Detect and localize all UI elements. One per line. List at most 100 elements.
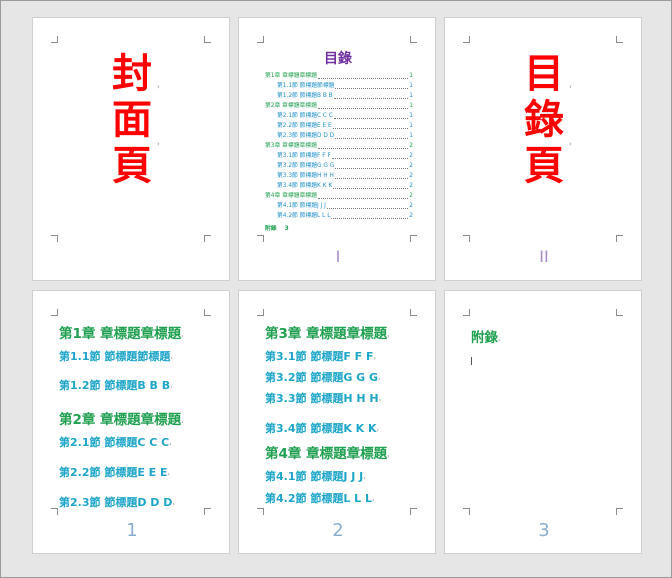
page-cover[interactable]: 封 面 頁 › › <box>32 17 230 281</box>
page-3[interactable]: 附錄› 3 <box>444 290 642 554</box>
page-toc-cover[interactable]: 目 錄 頁 › › II <box>444 17 642 281</box>
toc-entry-page: 2 <box>409 183 413 189</box>
chapter-heading[interactable]: 第2章 章標題章標題› <box>59 408 184 428</box>
section-heading[interactable]: 第4.1節 節標題J J J› <box>265 468 366 484</box>
toc-entry-section[interactable]: 第2.1節 節標題C C C 1 <box>265 111 413 121</box>
crop-mark <box>257 36 264 43</box>
section-heading[interactable]: 第3.4節 節標題K K K› <box>265 420 379 436</box>
paragraph-mark: › <box>157 83 160 91</box>
toc-leader <box>317 198 409 199</box>
crop-mark <box>463 309 470 316</box>
section-heading[interactable]: 第3.2節 節標題G G G› <box>265 369 380 385</box>
section-heading[interactable]: 第1.2節 節標題B B B› <box>59 377 173 393</box>
toc-entry-appendix[interactable]: 附錄 3 <box>265 224 413 234</box>
page-toc[interactable]: 目錄 第1章 章標題章標題 1 第1.1節 節標題節標題 1 第1.2節 節標題B B … <box>238 17 436 281</box>
page-label-roman: I <box>335 247 341 266</box>
toc-leader <box>317 78 409 79</box>
toc-entry-page: 1 <box>409 133 413 139</box>
toc-entry-section[interactable]: 第2.3節 節標題D D D 1 <box>265 131 413 141</box>
crop-mark <box>257 309 264 316</box>
crop-mark <box>204 508 211 515</box>
toc-entry-text: 第1.1節 節標題節標題 <box>277 83 335 89</box>
section-heading[interactable]: 第2.2節 節標題E E E› <box>59 464 170 480</box>
toc-entry-text: 第2.2節 節標題E E E <box>277 123 332 129</box>
toc-entry-text: 第3章 章標題章標題 <box>265 143 317 149</box>
toc-leader <box>335 138 409 139</box>
crop-mark <box>616 309 623 316</box>
crop-mark <box>204 235 211 242</box>
crop-mark <box>51 235 58 242</box>
toc-entry-text: 第1章 章標題章標題 <box>265 73 317 79</box>
page-1[interactable]: 第1章 章標題章標題› 第1.1節 節標題節標題› 第1.2節 節標題B B B… <box>32 290 230 554</box>
toc-leader <box>317 108 409 109</box>
toc-entry-text: 第2.1節 節標題C C C <box>277 113 333 119</box>
toc-entry-section[interactable]: 第2.2節 節標題E E E 1 <box>265 121 413 131</box>
toc-entry-section[interactable]: 第4.2節 節標題L L L 2 <box>265 211 413 221</box>
toc-entry-text: 第3.3節 節標題H H H <box>277 173 334 179</box>
toc-entry-section[interactable]: 第3.4節 節標題K K K 2 <box>265 181 413 191</box>
toc-entry-text: 第2章 章標題章標題 <box>265 103 317 109</box>
chapter-heading[interactable]: 第3章 章標題章標題› <box>265 322 390 342</box>
chapter-heading[interactable]: 第1章 章標題章標題› <box>59 322 184 342</box>
page-number: 2 <box>332 520 344 541</box>
appendix-heading[interactable]: 附錄› <box>471 326 500 346</box>
crop-mark <box>463 36 470 43</box>
toc-title: 目錄 <box>324 51 352 67</box>
section-heading[interactable]: 第1.1節 節標題節標題› <box>59 348 173 364</box>
toc-entry-text: 第4章 章標題章標題 <box>265 193 317 199</box>
section-heading[interactable]: 第3.3節 節標題H H H› <box>265 390 381 406</box>
toc-entry-section[interactable]: 第4.1節 節標題J J J 2 <box>265 201 413 211</box>
section-heading[interactable]: 第3.1節 節標題F F F› <box>265 348 376 364</box>
toc-entry-text: 第2.3節 節標題D D D <box>277 133 335 139</box>
toc-entry-page: 2 <box>409 143 413 149</box>
toc-entry-text: 第4.1節 節標題J J J <box>277 203 326 209</box>
chapter-heading[interactable]: 第4章 章標題章標題› <box>265 442 390 462</box>
cover-char-2: 面 <box>112 97 152 143</box>
toc-entry-text: 第1.2節 節標題B B B <box>277 93 333 99</box>
crop-mark <box>463 508 470 515</box>
cover-char-1: 封 <box>112 51 152 97</box>
toc-entry-section[interactable]: 第1.1節 節標題節標題 1 <box>265 81 413 91</box>
page-2[interactable]: 第3章 章標題章標題› 第3.1節 節標題F F F› 第3.2節 節標題G G… <box>238 290 436 554</box>
section-heading[interactable]: 第2.1節 節標題C C C› <box>59 434 172 450</box>
toc-leader <box>334 178 409 179</box>
toc-leader <box>331 218 409 219</box>
toc-entry-page: 1 <box>409 73 413 79</box>
toc-entry-page: 1 <box>409 93 413 99</box>
toc-leader <box>333 118 409 119</box>
paragraph-mark: › <box>569 140 572 148</box>
text-cursor <box>471 357 472 365</box>
toc-entry-section[interactable]: 第3.3節 節標題H H H 2 <box>265 171 413 181</box>
toc-entry-section[interactable]: 第3.1節 節標題F F F 2 <box>265 151 413 161</box>
section-heading[interactable]: 第2.3節 節標題D D D› <box>59 494 175 510</box>
toc-entry-page: 1 <box>409 113 413 119</box>
toc-entry-chapter[interactable]: 第3章 章標題章標題 2 <box>265 141 413 151</box>
crop-mark <box>463 235 470 242</box>
toc-leader <box>331 158 409 159</box>
crop-mark <box>616 36 623 43</box>
crop-mark <box>51 36 58 43</box>
toc-cover-char-1: 目 <box>524 51 564 97</box>
toc-entry-text: 第3.2節 節標題G G G <box>277 163 335 169</box>
page-number: 1 <box>126 520 138 541</box>
toc-entry-page: 2 <box>409 173 413 179</box>
toc-leader <box>317 148 409 149</box>
toc-entry-page: 2 <box>409 153 413 159</box>
section-heading[interactable]: 第4.2節 節標題L L L› <box>265 490 374 506</box>
toc-entry-page: 1 <box>409 103 413 109</box>
toc-leader <box>333 188 409 189</box>
crop-mark <box>51 309 58 316</box>
crop-mark <box>204 36 211 43</box>
multi-page-view: 封 面 頁 › › 目錄 第1章 章標題章標題 1 第1.1節 節標題節標題 1 第1.… <box>0 0 672 578</box>
toc-entry-section[interactable]: 第1.2節 節標題B B B 1 <box>265 91 413 101</box>
crop-mark <box>410 508 417 515</box>
toc-entry-chapter[interactable]: 第2章 章標題章標題 1 <box>265 101 413 111</box>
crop-mark <box>204 309 211 316</box>
toc-entry-section[interactable]: 第3.2節 節標題G G G 2 <box>265 161 413 171</box>
toc-leader <box>332 128 409 129</box>
paragraph-mark: › <box>157 140 160 148</box>
toc-entry-chapter[interactable]: 第4章 章標題章標題 2 <box>265 191 413 201</box>
page-number: 3 <box>538 520 550 541</box>
toc-entry-page: 1 <box>409 83 413 89</box>
toc-entry-chapter[interactable]: 第1章 章標題章標題 1 <box>265 71 413 81</box>
